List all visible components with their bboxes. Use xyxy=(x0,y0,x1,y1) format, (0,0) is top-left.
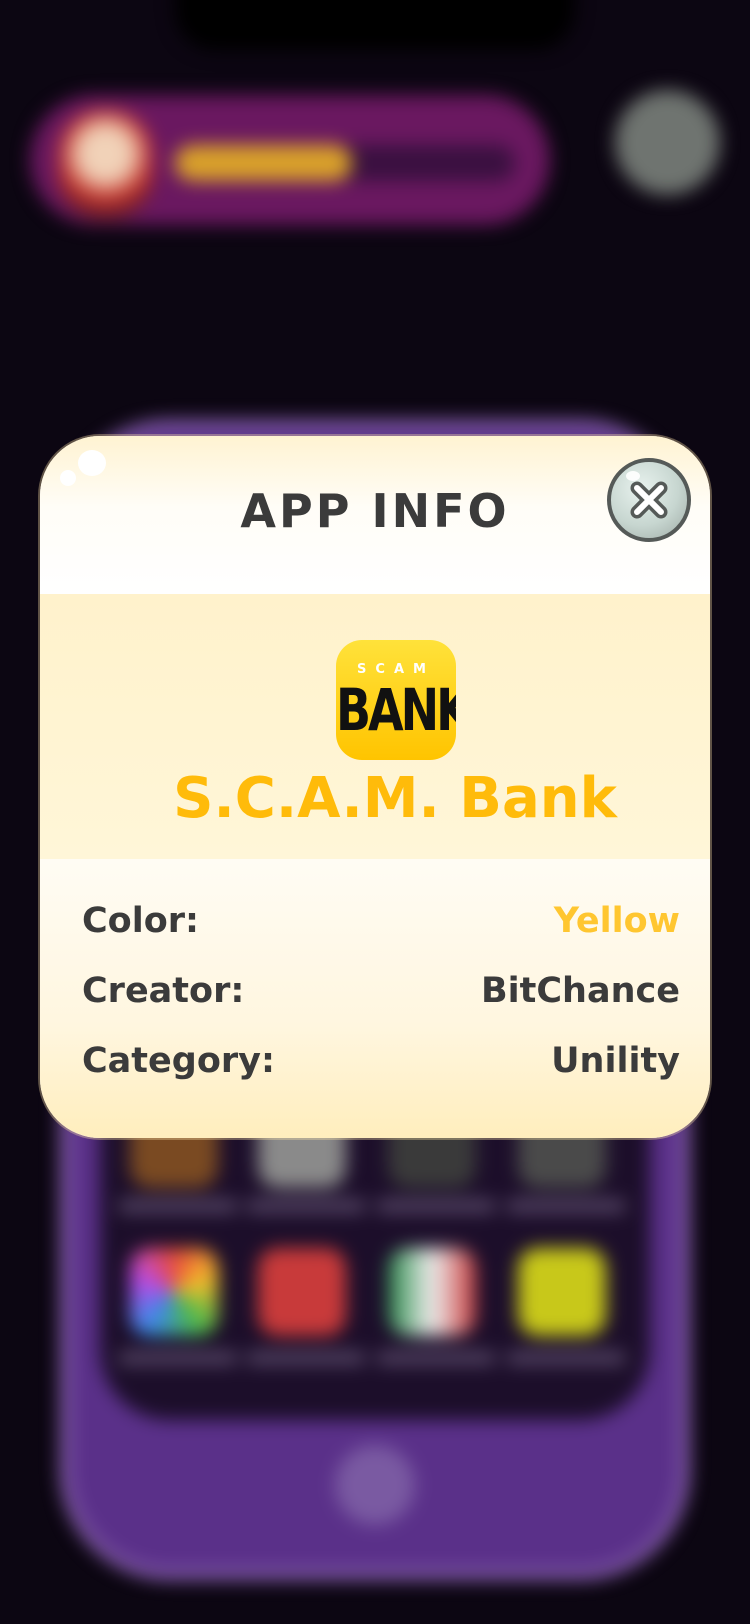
detail-value-category: Unility xyxy=(551,1041,680,1081)
app-name: S.C.A.M. Bank xyxy=(173,766,617,831)
background-app-icon xyxy=(388,1248,476,1336)
level-progress-fill xyxy=(175,145,352,181)
detail-label: Color: xyxy=(82,901,200,941)
detail-label: Creator: xyxy=(82,971,245,1011)
player-avatar xyxy=(58,110,153,220)
background-app-label xyxy=(246,1352,366,1364)
background-app-label xyxy=(506,1352,626,1364)
detail-label: Category: xyxy=(82,1041,275,1081)
detail-row-category: Category: Unility xyxy=(82,1041,680,1091)
app-details: Color: Yellow Creator: BitChance Categor… xyxy=(40,859,710,1138)
game-screen: APP INFO SCAM BANK S.C.A.M. Bank Color: … xyxy=(0,0,750,1624)
app-icon: SCAM BANK xyxy=(336,640,456,760)
background-app-label xyxy=(118,1352,238,1364)
background-app-label xyxy=(506,1200,626,1212)
app-summary: SCAM BANK S.C.A.M. Bank xyxy=(40,594,710,859)
background-app-label xyxy=(376,1352,496,1364)
gloss-highlight xyxy=(78,450,106,476)
detail-row-color: Color: Yellow xyxy=(82,901,680,951)
app-info-dialog: APP INFO SCAM BANK S.C.A.M. Bank Color: … xyxy=(40,436,710,1138)
close-button[interactable] xyxy=(607,458,691,542)
app-icon-caption: SCAM xyxy=(357,662,435,677)
settings-button xyxy=(615,90,720,195)
level-progress-bar xyxy=(175,145,515,181)
background-app-label xyxy=(246,1200,366,1212)
dialog-header: APP INFO xyxy=(40,436,710,594)
device-notch xyxy=(175,0,575,50)
app-icon-wordmark: BANK xyxy=(336,676,456,744)
background-app-label xyxy=(118,1200,238,1212)
detail-value-color: Yellow xyxy=(553,901,680,941)
background-app-icon xyxy=(130,1248,218,1336)
close-x-icon xyxy=(626,471,668,519)
detail-row-creator: Creator: BitChance xyxy=(82,971,680,1021)
background-app-icon xyxy=(518,1248,606,1336)
background-app-icon xyxy=(258,1248,346,1336)
background-app-label xyxy=(376,1200,496,1212)
detail-value-creator: BitChance xyxy=(480,971,680,1011)
phone-home-button xyxy=(335,1445,415,1525)
